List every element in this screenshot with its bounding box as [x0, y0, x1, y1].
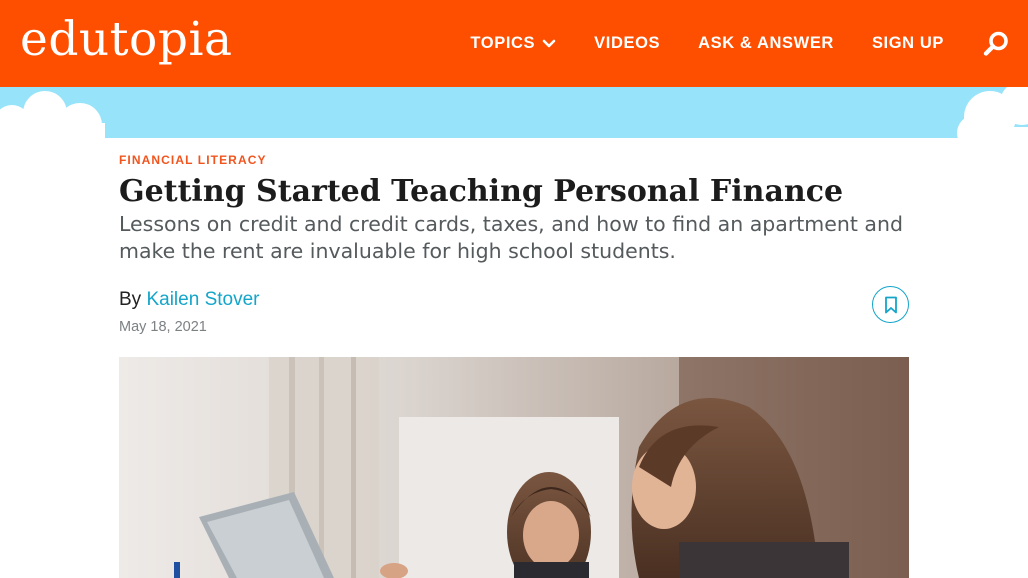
bookmark-button[interactable] [872, 286, 909, 323]
clouds-decoration [0, 87, 1028, 138]
main-nav: TOPICS VIDEOS ASK & ANSWER SIGN UP [470, 34, 944, 53]
sky-banner [0, 87, 1028, 138]
article-title: Getting Started Teaching Personal Financ… [119, 174, 844, 209]
nav-topics[interactable]: TOPICS [470, 34, 556, 53]
hero-image [119, 357, 909, 578]
publish-date: May 18, 2021 [119, 319, 207, 335]
nav-videos[interactable]: VIDEOS [594, 34, 660, 53]
article-subtitle: Lessons on credit and credit cards, taxe… [119, 212, 904, 263]
category-label[interactable]: FINANCIAL LITERACY [119, 153, 267, 167]
nav-sign-up[interactable]: SIGN UP [872, 34, 944, 53]
search-button[interactable] [982, 30, 1010, 58]
site-header: edutopia TOPICS VIDEOS ASK & ANSWER SIGN… [0, 0, 1028, 87]
byline: By Kailen Stover [119, 288, 259, 312]
search-icon [983, 31, 1008, 56]
bookmark-icon [884, 296, 897, 313]
author-link[interactable]: Kailen Stover [146, 289, 259, 310]
nav-topics-label: TOPICS [470, 34, 536, 52]
chevron-down-icon [542, 39, 556, 49]
nav-ask-answer[interactable]: ASK & ANSWER [698, 34, 834, 53]
edutopia-logo[interactable]: edutopia [20, 10, 233, 70]
byline-prefix: By [119, 289, 142, 310]
